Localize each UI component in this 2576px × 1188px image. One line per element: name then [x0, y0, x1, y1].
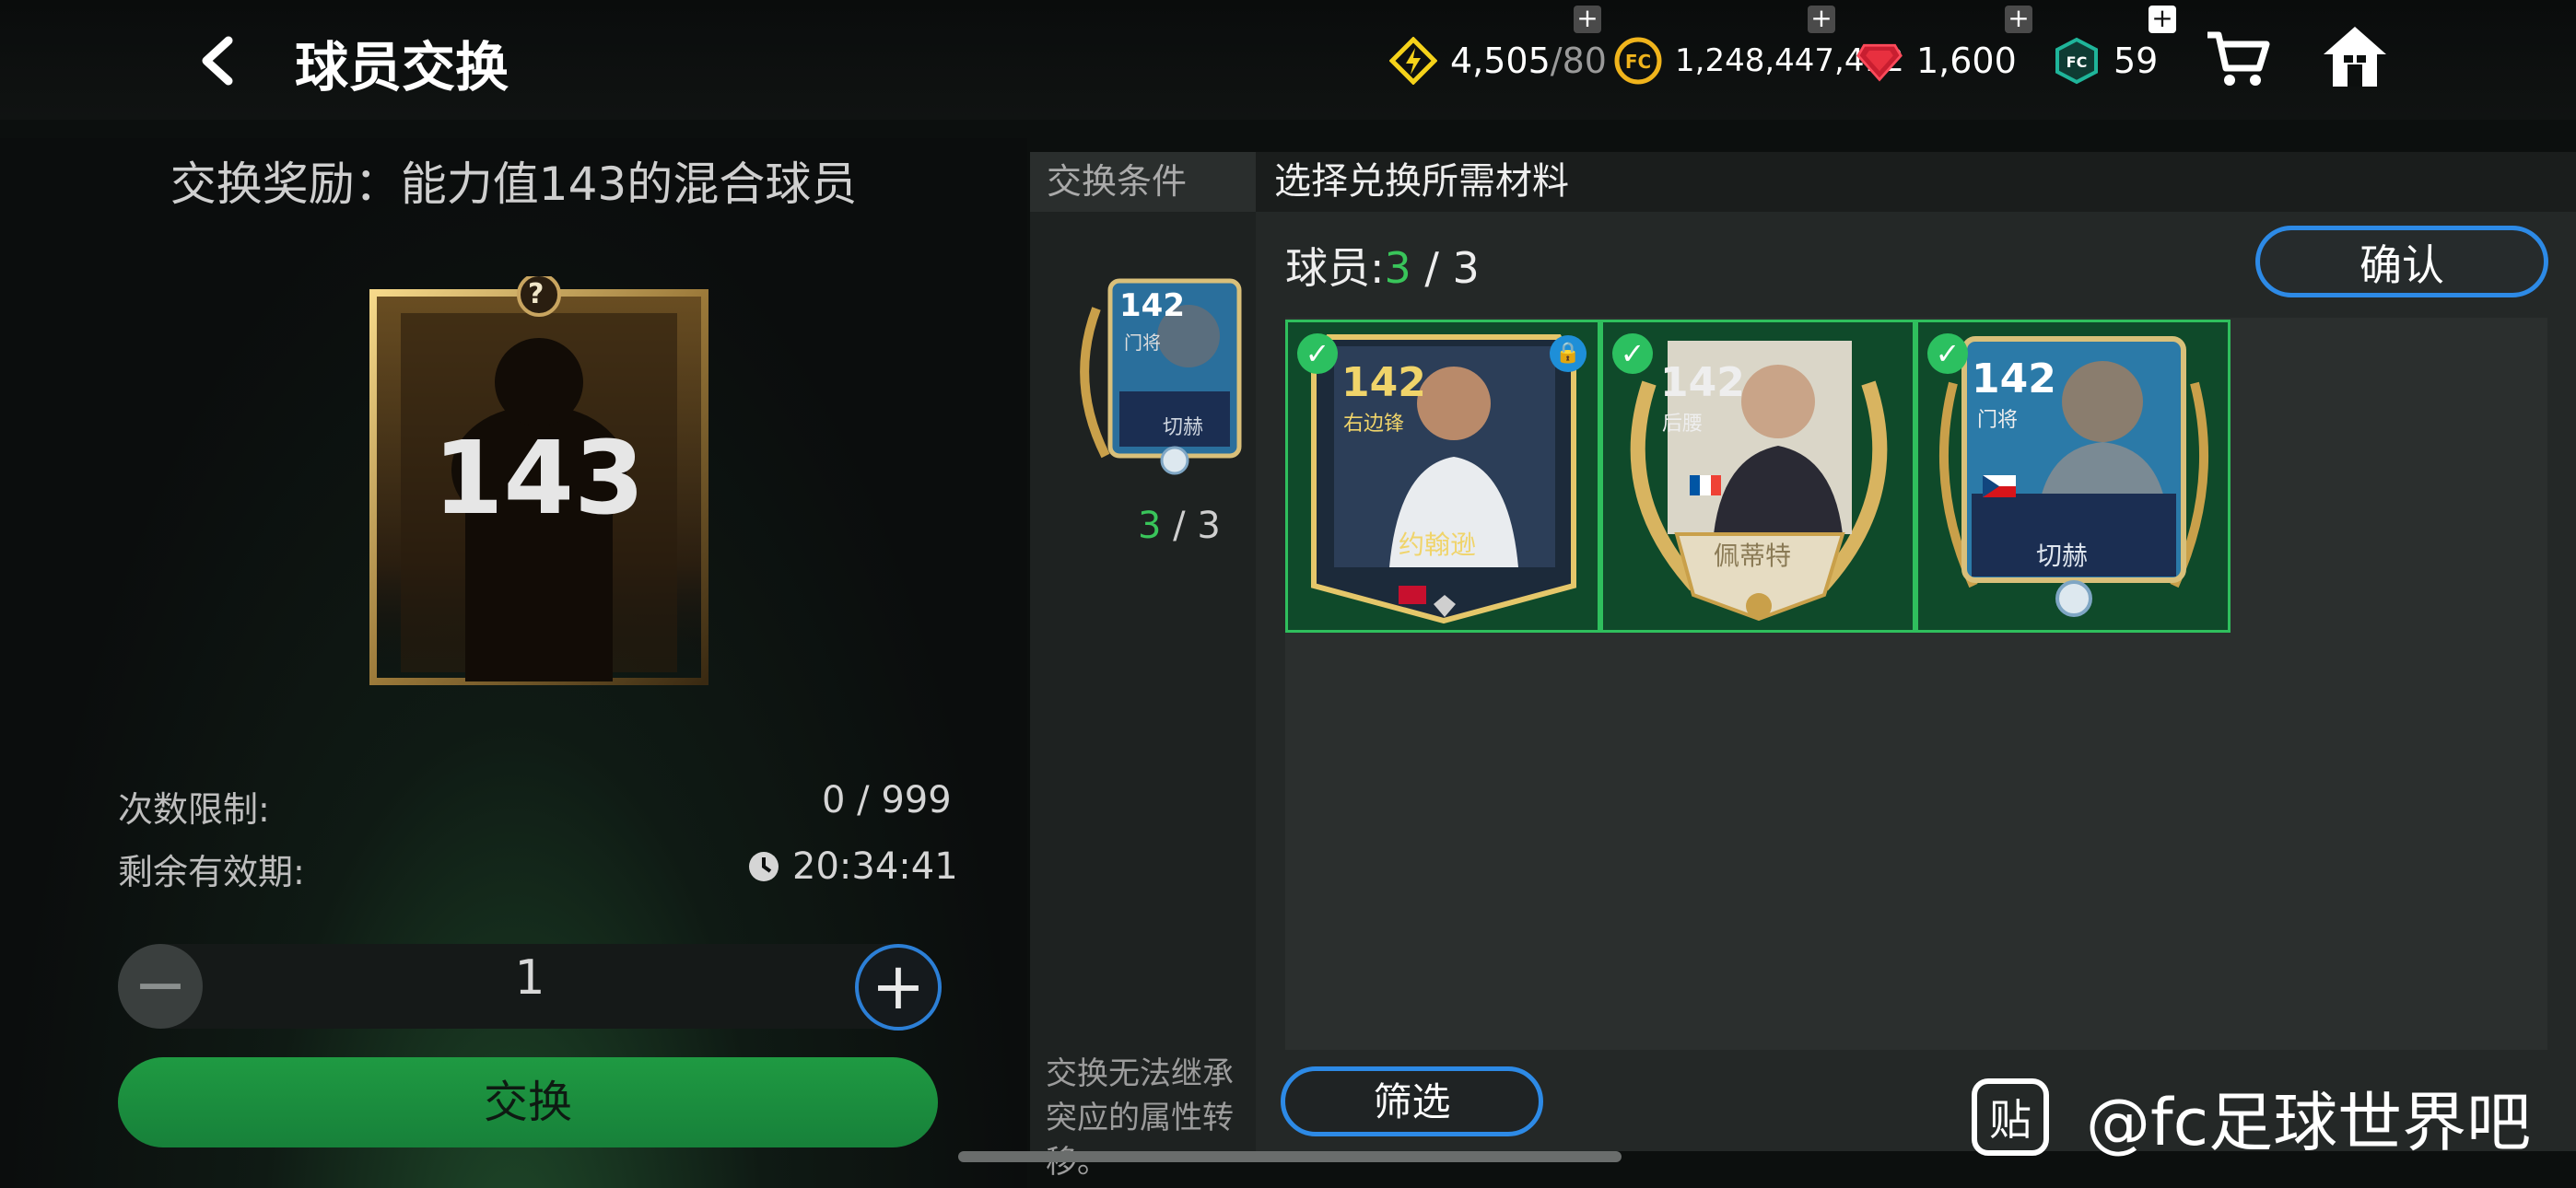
reward-title: 交换奖励：能力值143的混合球员 — [170, 157, 858, 211]
ruby-icon — [1856, 37, 1903, 85]
confirm-button[interactable]: 确认 — [2255, 226, 2548, 297]
card-rating: 142 — [1660, 359, 1745, 406]
tab-select-materials[interactable]: 选择兑换所需材料 — [1256, 152, 2576, 212]
card-position: 后腰 — [1662, 413, 1704, 436]
home-icon[interactable] — [2322, 24, 2388, 92]
exchange-button[interactable]: 交换 — [118, 1057, 938, 1147]
reward-card-rating: 143 — [433, 419, 645, 537]
fc-shield-icon: FC — [2053, 37, 2101, 85]
condition-card-position: 门将 — [1124, 332, 1161, 354]
condition-card-name: 切赫 — [1163, 416, 1204, 439]
filter-button[interactable]: 筛选 — [1281, 1066, 1543, 1136]
validity-value: 20:34:41 — [792, 845, 958, 888]
limit-label: 次数限制: — [118, 789, 270, 830]
check-icon: ✓ — [1927, 333, 1968, 374]
card-name: 佩蒂特 — [1714, 541, 1792, 571]
svg-text:FC: FC — [1625, 51, 1651, 73]
add-gems-button[interactable]: + — [2005, 6, 2032, 33]
tab-exchange-conditions[interactable]: 交换条件 — [1030, 152, 1256, 212]
player-count: 球员:3 / 3 — [1285, 235, 1480, 296]
home-indicator[interactable] — [958, 1151, 1622, 1162]
exchange-note: 交换无法继承突应的属性转移。 — [1046, 1055, 1234, 1181]
player-count-done: 3 — [1384, 243, 1411, 293]
add-energy-button[interactable]: + — [1574, 6, 1601, 33]
watermark: 贴 @fc足球世界吧 — [1972, 1076, 2531, 1160]
check-icon: ✓ — [1297, 333, 1338, 374]
lightning-icon — [1389, 37, 1437, 85]
fc-points-value: 59 — [2113, 41, 2159, 81]
increase-button[interactable]: + — [855, 944, 942, 1031]
material-slot[interactable]: ✓ 🔒 142 右边锋 约翰逊 — [1285, 320, 1600, 633]
add-coins-button[interactable]: + — [1808, 6, 1835, 33]
material-slot[interactable]: ✓ 142 门将 切赫 — [1915, 320, 2231, 633]
clock-icon — [746, 849, 781, 888]
add-fc-points-button[interactable]: + — [2149, 6, 2176, 33]
card-position: 右边锋 — [1343, 413, 1405, 436]
decrease-button[interactable]: − — [118, 944, 203, 1029]
fc-points-resource[interactable]: FC 59 — [2053, 33, 2158, 88]
card-rating: 142 — [1341, 359, 1426, 406]
player-count-label: 球员: — [1285, 243, 1385, 293]
check-icon: ✓ — [1612, 333, 1653, 374]
card-position: 门将 — [1977, 409, 2019, 432]
card-rating: 142 — [1972, 355, 2056, 402]
energy-max: /80 — [1550, 41, 1607, 81]
material-slot[interactable]: ✓ 142 后腰 佩蒂特 — [1600, 320, 1915, 633]
watermark-text: @fc足球世界吧 — [2086, 1084, 2532, 1160]
condition-count: 3 / 3 — [1138, 505, 1221, 547]
reward-card-mark: ? — [528, 278, 544, 310]
back-icon[interactable] — [195, 35, 241, 87]
energy-value: 4,505 — [1450, 41, 1551, 81]
condition-card-rating: 142 — [1119, 287, 1185, 324]
svg-text:FC: FC — [2067, 53, 2088, 71]
card-name: 切赫 — [2036, 541, 2089, 571]
validity-label: 剩余有效期: — [118, 852, 305, 892]
lock-icon: 🔒 — [1550, 335, 1587, 372]
condition-count-total: / 3 — [1161, 505, 1221, 547]
gems-resource[interactable]: 1,600 — [1856, 33, 2017, 88]
condition-count-done: 3 — [1138, 505, 1162, 547]
tieba-icon: 贴 — [1972, 1078, 2049, 1156]
card-name: 约翰逊 — [1399, 530, 1477, 560]
cart-icon[interactable] — [2206, 29, 2270, 92]
energy-resource[interactable]: 4,505/80 — [1389, 33, 1607, 88]
gems-value: 1,600 — [1916, 41, 2017, 81]
player-count-total: / 3 — [1411, 243, 1480, 293]
fc-coin-icon: FC — [1614, 37, 1662, 85]
quantity-value: 1 — [514, 950, 545, 1006]
limit-value: 0 / 999 — [822, 779, 952, 821]
page-title: 球员交换 — [295, 36, 509, 99]
player-card-petit — [1630, 341, 1888, 622]
